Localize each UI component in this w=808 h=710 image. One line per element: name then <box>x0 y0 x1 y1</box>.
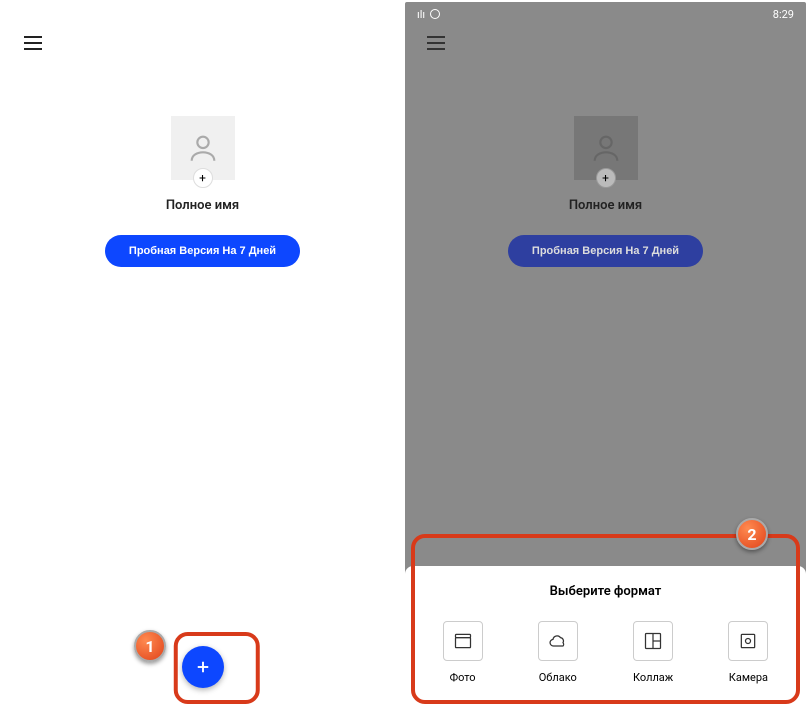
add-fab[interactable] <box>182 646 224 688</box>
avatar-placeholder[interactable]: + <box>171 116 235 180</box>
trial-button[interactable]: Пробная Версия На 7 Дней <box>105 235 300 267</box>
circle-icon <box>429 8 441 20</box>
screen-right: ılı 8:29 + Полное имя Пробная Версия На … <box>405 2 806 708</box>
full-name-label: Полное имя <box>166 198 239 213</box>
menu-button[interactable] <box>427 36 445 50</box>
profile-area: + Полное имя Пробная Версия На 7 Дней <box>2 116 403 267</box>
person-icon <box>589 131 623 165</box>
status-time: 8:29 <box>773 8 794 21</box>
person-icon <box>186 131 220 165</box>
menu-button[interactable] <box>24 36 42 50</box>
profile-area: + Полное имя Пробная Версия На 7 Дней <box>405 116 806 267</box>
annotation-marker-1: 1 <box>134 630 166 662</box>
volume-icon: ılı <box>417 8 425 21</box>
avatar-placeholder[interactable]: + <box>574 116 638 180</box>
status-bar: ılı 8:29 <box>405 2 806 26</box>
annotation-marker-2: 2 <box>736 518 768 550</box>
plus-icon <box>194 658 212 676</box>
add-avatar-badge[interactable]: + <box>596 168 616 188</box>
status-bar <box>2 2 403 26</box>
trial-button[interactable]: Пробная Версия На 7 Дней <box>508 235 703 267</box>
screen-left: + Полное имя Пробная Версия На 7 Дней 1 <box>2 2 403 708</box>
add-avatar-badge[interactable]: + <box>193 168 213 188</box>
full-name-label: Полное имя <box>569 198 642 213</box>
